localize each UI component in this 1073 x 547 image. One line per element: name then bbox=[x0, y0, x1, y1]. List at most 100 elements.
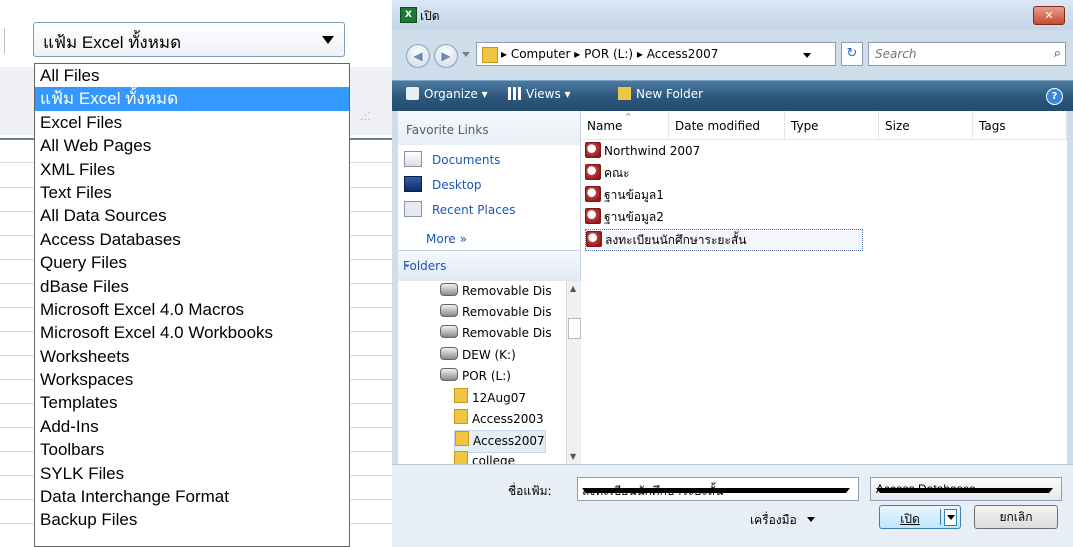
help-icon[interactable]: ? bbox=[1046, 88, 1063, 105]
file-type-select[interactable]: Access Databases bbox=[870, 477, 1062, 501]
file-name: Northwind 2007 bbox=[604, 144, 701, 158]
search-input[interactable] bbox=[873, 46, 1037, 62]
list-item[interactable]: Microsoft Excel 4.0 Macros bbox=[35, 298, 349, 321]
chevron-down-icon[interactable] bbox=[803, 53, 811, 58]
list-item[interactable]: All Files bbox=[35, 64, 349, 87]
list-item[interactable]: Add-Ins bbox=[35, 415, 349, 438]
views-button[interactable]: Views ▾ bbox=[508, 87, 571, 101]
file-type-dropdown-list[interactable]: All Files แฟ้ม Excel ทั้งหมด Excel Files… bbox=[34, 63, 350, 547]
list-item[interactable]: dBase Files bbox=[35, 275, 349, 298]
folders-header[interactable]: Folders ⌄ bbox=[398, 250, 580, 281]
chevron-down-icon[interactable] bbox=[582, 488, 850, 493]
file-item[interactable]: Northwind 2007 bbox=[585, 141, 700, 161]
list-item[interactable]: Templates bbox=[35, 391, 349, 414]
list-item[interactable]: SYLK Files bbox=[35, 462, 349, 485]
search-icon[interactable]: ⌕ bbox=[1054, 46, 1061, 61]
forward-button[interactable]: ▶ bbox=[434, 44, 458, 68]
tree-node-removable-1[interactable]: Removable Dis bbox=[440, 281, 552, 302]
scroll-thumb[interactable] bbox=[568, 318, 581, 339]
tree-node-access2007[interactable]: Access2007 bbox=[454, 430, 546, 453]
tree-node-por[interactable]: POR (L:) bbox=[440, 366, 511, 387]
organize-button[interactable]: Organize ▾ bbox=[406, 87, 488, 101]
views-icon bbox=[508, 87, 521, 100]
folder-icon bbox=[454, 388, 468, 403]
list-item-selected[interactable]: แฟ้ม Excel ทั้งหมด bbox=[35, 87, 349, 111]
cancel-button[interactable]: ยกเลิก bbox=[974, 505, 1058, 529]
new-folder-button[interactable]: New Folder bbox=[618, 87, 703, 101]
tree-scrollbar[interactable]: ▲ ▼ bbox=[566, 281, 581, 464]
bottom-bar: ชื่อแฟ้ม: ลงทะเบียนนักศึกษาระยะสั้น Acce… bbox=[392, 464, 1073, 547]
favorite-label: Documents bbox=[432, 153, 501, 167]
column-headers: Name ^ Date modified Type Size Tags bbox=[581, 111, 1067, 140]
file-item-selected[interactable]: ลงทะเบียนนักศึกษาระยะสั้น bbox=[585, 229, 863, 251]
list-item[interactable]: Text Files bbox=[35, 181, 349, 204]
organize-icon bbox=[406, 87, 419, 100]
list-item[interactable]: Data Interchange Format bbox=[35, 485, 349, 508]
column-size[interactable]: Size bbox=[879, 111, 973, 139]
file-item[interactable]: คณะ bbox=[585, 163, 630, 183]
breadcrumb[interactable]: ▸ Computer ▸ POR (L:) ▸ Access2007 bbox=[501, 47, 718, 61]
tools-label: เครื่องมือ bbox=[750, 513, 797, 527]
tree-node-access2003[interactable]: Access2003 bbox=[454, 409, 544, 430]
list-item[interactable]: Microsoft Excel 4.0 Workbooks bbox=[35, 321, 349, 344]
refresh-button[interactable]: ↻ bbox=[841, 42, 863, 66]
file-item[interactable]: ฐานข้อมูล1 bbox=[585, 185, 664, 205]
favorite-links-header: Favorite Links bbox=[398, 111, 580, 145]
tools-button[interactable]: เครื่องมือ bbox=[750, 511, 815, 530]
chevron-down-icon[interactable] bbox=[876, 488, 1053, 493]
file-type-panel: แฟ้ม Excel ทั้งหมด .:⁚ All Files แฟ้ม Ex… bbox=[0, 0, 392, 547]
folder-icon bbox=[454, 451, 468, 464]
column-date-modified[interactable]: Date modified bbox=[669, 111, 785, 139]
drive-icon bbox=[440, 347, 458, 360]
tree-node-removable-3[interactable]: Removable Dis bbox=[440, 323, 552, 344]
column-tags[interactable]: Tags bbox=[973, 111, 1067, 139]
list-item[interactable]: All Data Sources bbox=[35, 204, 349, 227]
list-item[interactable]: All Web Pages bbox=[35, 134, 349, 157]
file-name: ฐานข้อมูล2 bbox=[604, 210, 664, 224]
filename-label: ชื่อแฟ้ม: bbox=[508, 484, 552, 498]
open-label: เปิด bbox=[900, 512, 920, 526]
address-bar[interactable]: ▸ Computer ▸ POR (L:) ▸ Access2007 bbox=[476, 42, 836, 66]
favorite-recent-places[interactable]: Recent Places bbox=[404, 201, 515, 217]
list-item[interactable]: Access Databases bbox=[35, 228, 349, 251]
search-box[interactable]: ⌕ bbox=[868, 42, 1066, 66]
column-type[interactable]: Type bbox=[785, 111, 879, 139]
file-type-combobox[interactable]: แฟ้ม Excel ทั้งหมด bbox=[33, 22, 345, 57]
access-db-icon bbox=[585, 142, 601, 158]
file-item[interactable]: ฐานข้อมูล2 bbox=[585, 207, 664, 227]
list-item[interactable]: Toolbars bbox=[35, 438, 349, 461]
tree-node-dew[interactable]: DEW (K:) bbox=[440, 345, 516, 366]
tree-node-college[interactable]: college bbox=[454, 451, 515, 464]
new-folder-icon bbox=[618, 87, 631, 100]
list-item[interactable]: Workspaces bbox=[35, 368, 349, 391]
favorite-documents[interactable]: Documents bbox=[404, 151, 500, 167]
filename-field[interactable]: ลงทะเบียนนักศึกษาระยะสั้น bbox=[577, 477, 859, 501]
list-item[interactable]: Excel Files bbox=[35, 111, 349, 134]
favorite-links-title: Favorite Links bbox=[406, 123, 489, 137]
open-button[interactable]: เปิด bbox=[879, 505, 961, 529]
history-dropdown-icon[interactable] bbox=[462, 52, 470, 57]
folder-icon bbox=[482, 47, 498, 63]
list-item[interactable]: Backup Files bbox=[35, 508, 349, 531]
back-button[interactable]: ◀ bbox=[406, 44, 430, 68]
folder-icon bbox=[455, 431, 469, 446]
chevron-down-icon[interactable] bbox=[322, 36, 334, 44]
more-link[interactable]: More » bbox=[426, 232, 467, 246]
scroll-up-icon[interactable]: ▲ bbox=[570, 284, 576, 293]
access-db-icon bbox=[585, 164, 601, 180]
tree-node-removable-2[interactable]: Removable Dis bbox=[440, 302, 552, 323]
favorite-desktop[interactable]: Desktop bbox=[404, 176, 482, 192]
command-toolbar: Organize ▾ Views ▾ New Folder ? bbox=[392, 80, 1073, 111]
close-button[interactable]: ✕ bbox=[1033, 6, 1065, 25]
open-options-dropdown-icon[interactable] bbox=[944, 509, 957, 526]
resize-grip-icon[interactable]: .:⁚ bbox=[360, 110, 371, 123]
list-item[interactable]: Worksheets bbox=[35, 345, 349, 368]
file-type-value: แฟ้ม Excel ทั้งหมด bbox=[43, 33, 182, 52]
chevron-down-icon[interactable]: ⌄ bbox=[403, 259, 572, 270]
list-item[interactable]: Query Files bbox=[35, 251, 349, 274]
scroll-down-icon[interactable]: ▼ bbox=[570, 452, 576, 461]
tree-node-12aug07[interactable]: 12Aug07 bbox=[454, 388, 526, 409]
documents-icon bbox=[404, 151, 422, 167]
drive-icon bbox=[440, 283, 458, 296]
list-item[interactable]: XML Files bbox=[35, 158, 349, 181]
